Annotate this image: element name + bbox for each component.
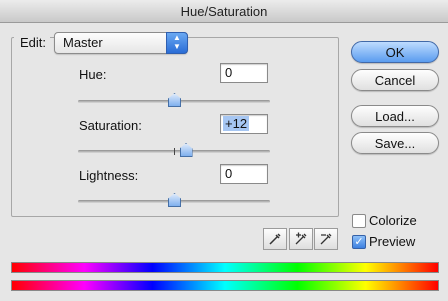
colorize-checkbox[interactable] — [352, 214, 366, 228]
saturation-slider-thumb[interactable] — [179, 143, 193, 157]
cancel-button[interactable]: Cancel — [351, 69, 439, 91]
lightness-label: Lightness: — [79, 168, 139, 183]
ok-button[interactable]: OK — [351, 41, 439, 63]
hue-slider[interactable] — [78, 93, 270, 108]
saturation-label: Saturation: — [79, 118, 142, 133]
eyedropper-subtract-button[interactable] — [314, 228, 338, 250]
output-color-spectrum — [11, 280, 439, 291]
load-button-label: Load... — [375, 108, 415, 124]
edit-label: Edit: — [14, 35, 51, 50]
input-color-spectrum — [11, 262, 439, 273]
cancel-button-label: Cancel — [374, 72, 416, 88]
saturation-value: +12 — [223, 116, 250, 131]
save-button-label: Save... — [374, 135, 416, 151]
eyedropper-minus-icon — [320, 233, 332, 245]
save-button[interactable]: Save... — [351, 132, 439, 154]
load-button[interactable]: Load... — [351, 105, 439, 127]
saturation-input[interactable]: +12 — [220, 114, 268, 134]
ok-button-label: OK — [385, 44, 405, 60]
adjustment-group — [11, 37, 339, 217]
colorize-label: Colorize — [369, 213, 417, 228]
preview-checkbox[interactable]: ✓ — [352, 235, 366, 249]
eyedropper-plus-icon — [295, 232, 307, 245]
hue-label: Hue: — [79, 67, 107, 82]
lightness-input[interactable]: 0 — [220, 164, 268, 184]
hue-slider-thumb[interactable] — [168, 93, 181, 107]
lightness-slider-thumb[interactable] — [168, 193, 181, 207]
hue-value: 0 — [225, 65, 233, 80]
lightness-slider[interactable] — [78, 193, 270, 208]
eyedropper-icon — [269, 233, 281, 245]
checkmark-icon: ✓ — [354, 236, 364, 248]
title-bar: Hue/Saturation — [0, 0, 448, 23]
hue-input[interactable]: 0 — [220, 63, 268, 83]
eyedropper-button[interactable] — [263, 228, 287, 250]
chevron-updown-icon: ▲ ▼ — [166, 32, 188, 54]
edit-channel-select[interactable]: Master ▲ ▼ — [54, 32, 188, 54]
saturation-slider[interactable] — [78, 143, 270, 158]
window-title: Hue/Saturation — [180, 3, 268, 19]
lightness-value: 0 — [225, 166, 233, 181]
saturation-center-tick — [174, 148, 175, 155]
eyedropper-add-button[interactable] — [289, 228, 313, 250]
edit-channel-value: Master — [63, 35, 103, 50]
preview-label: Preview — [369, 234, 416, 249]
